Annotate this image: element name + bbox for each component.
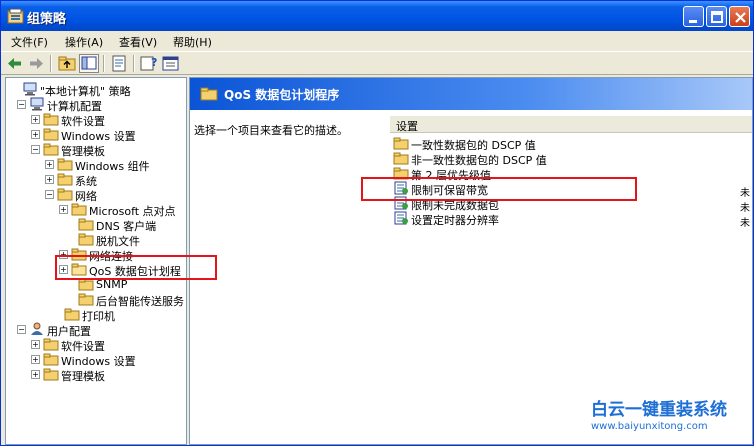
folder-icon [43,367,59,381]
folder-icon [71,202,87,216]
toolbar-separator [103,55,104,72]
tree-item-label: "本地计算机" 策略 [40,85,131,98]
expand-icon[interactable]: + [45,175,54,184]
tree-item-label: 后台智能传送服务 [96,295,184,308]
menu-file[interactable]: 文件(F) [11,34,48,50]
expand-icon[interactable]: + [59,205,68,214]
tree-item-label: Windows 组件 [75,160,150,173]
tree-item-label: Windows 设置 [61,130,136,143]
group-policy-window: 组策略 文件(F) 操作(A) 查看(V) 帮助(H) ? "本地计算机" 策略… [0,0,754,446]
tree-item-label: 打印机 [82,310,115,323]
setting-label: 一致性数据包的 DSCP 值 [411,139,536,152]
details-header: QoS 数据包计划程序 [190,78,752,110]
collapse-icon[interactable]: − [17,100,26,109]
folder-icon [393,136,409,150]
folder-icon [78,232,94,246]
title-bar[interactable]: 组策略 [1,1,753,31]
folder-icon [43,142,59,156]
folder-icon [393,151,409,165]
menu-view[interactable]: 查看(V) [119,34,157,50]
folder-icon [57,187,73,201]
folder-icon [43,127,59,141]
forward-arrow-icon[interactable] [26,54,46,73]
toolbar-separator [133,55,134,72]
details-title: QoS 数据包计划程序 [224,88,340,102]
column-header-label: 设置 [396,120,418,133]
folder-icon [78,217,94,231]
maximize-button[interactable] [706,6,727,27]
expand-icon[interactable]: + [31,340,40,349]
help-icon[interactable]: ? [139,54,159,73]
collapse-icon[interactable]: − [31,145,40,154]
details-pane: QoS 数据包计划程序 选择一个项目来查看它的描述。 设置 一致性数据包的 DS… [189,77,753,445]
properties-icon[interactable] [161,54,181,73]
toolbar-separator [50,55,51,72]
folder-icon [200,87,218,101]
show-hide-tree-button[interactable] [79,54,99,73]
back-arrow-icon[interactable] [5,54,25,73]
tree-item-label: 软件设置 [61,340,105,353]
menu-help[interactable]: 帮助(H) [173,34,212,50]
truncated-state-text: 未 [740,188,750,199]
close-button[interactable] [729,6,750,27]
tree-item-label: 系统 [75,175,97,188]
folder-icon [43,352,59,366]
highlight-box-setting [361,177,637,201]
expand-icon[interactable]: + [31,370,40,379]
tree-item-label: DNS 客户端 [96,220,157,233]
expand-icon[interactable]: + [31,355,40,364]
column-header-settings[interactable]: 设置 [390,116,752,133]
expand-icon[interactable]: + [31,115,40,124]
menu-bar: 文件(F) 操作(A) 查看(V) 帮助(H) [1,31,753,51]
folder-icon [43,112,59,126]
maximize-icon [711,11,723,23]
collapse-icon[interactable]: − [45,190,54,199]
tree-pane-icon [81,56,97,70]
group-policy-icon [7,8,24,24]
tree-item-label: 软件设置 [61,115,105,128]
policy-icon [393,211,409,225]
folder-icon [64,307,80,321]
watermark-url: www.baiyunxitong.com [591,421,708,432]
expand-icon[interactable]: + [31,130,40,139]
setting-label: 非一致性数据包的 DSCP 值 [411,154,547,167]
tree-item-label: Microsoft 点对点 [89,205,176,218]
truncated-state-text: 未 [740,218,750,229]
expand-icon[interactable]: + [45,160,54,169]
highlight-box-tree [55,255,217,280]
toolbar: ? [1,51,753,75]
watermark: 白云一键重装系统 www.baiyunxitong.com [591,395,751,432]
truncated-state-text: 未 [740,203,750,214]
watermark-title: 白云一键重装系统 [591,400,727,420]
folder-icon [57,157,73,171]
user-icon [29,322,45,336]
close-icon [735,12,746,23]
collapse-icon[interactable]: − [17,325,26,334]
description-text: 选择一个项目来查看它的描述。 [194,124,348,137]
menu-action[interactable]: 操作(A) [65,34,103,50]
tree-item-label: 管理模板 [61,370,105,383]
export-list-icon[interactable] [109,54,129,73]
tree-item-label: 脱机文件 [96,235,140,248]
setting-label: 设置定时器分辨率 [411,214,499,227]
minimize-button[interactable] [683,6,704,27]
computer-icon [22,82,38,96]
folder-icon [57,172,73,186]
folder-icon [43,337,59,351]
up-folder-icon[interactable] [57,54,77,73]
folder-icon [78,292,94,306]
window-title: 组策略 [27,12,67,27]
computer-icon [29,97,45,111]
minimize-icon [689,20,697,23]
svg-text:?: ? [151,56,157,69]
tree-item-label: Windows 设置 [61,355,136,368]
